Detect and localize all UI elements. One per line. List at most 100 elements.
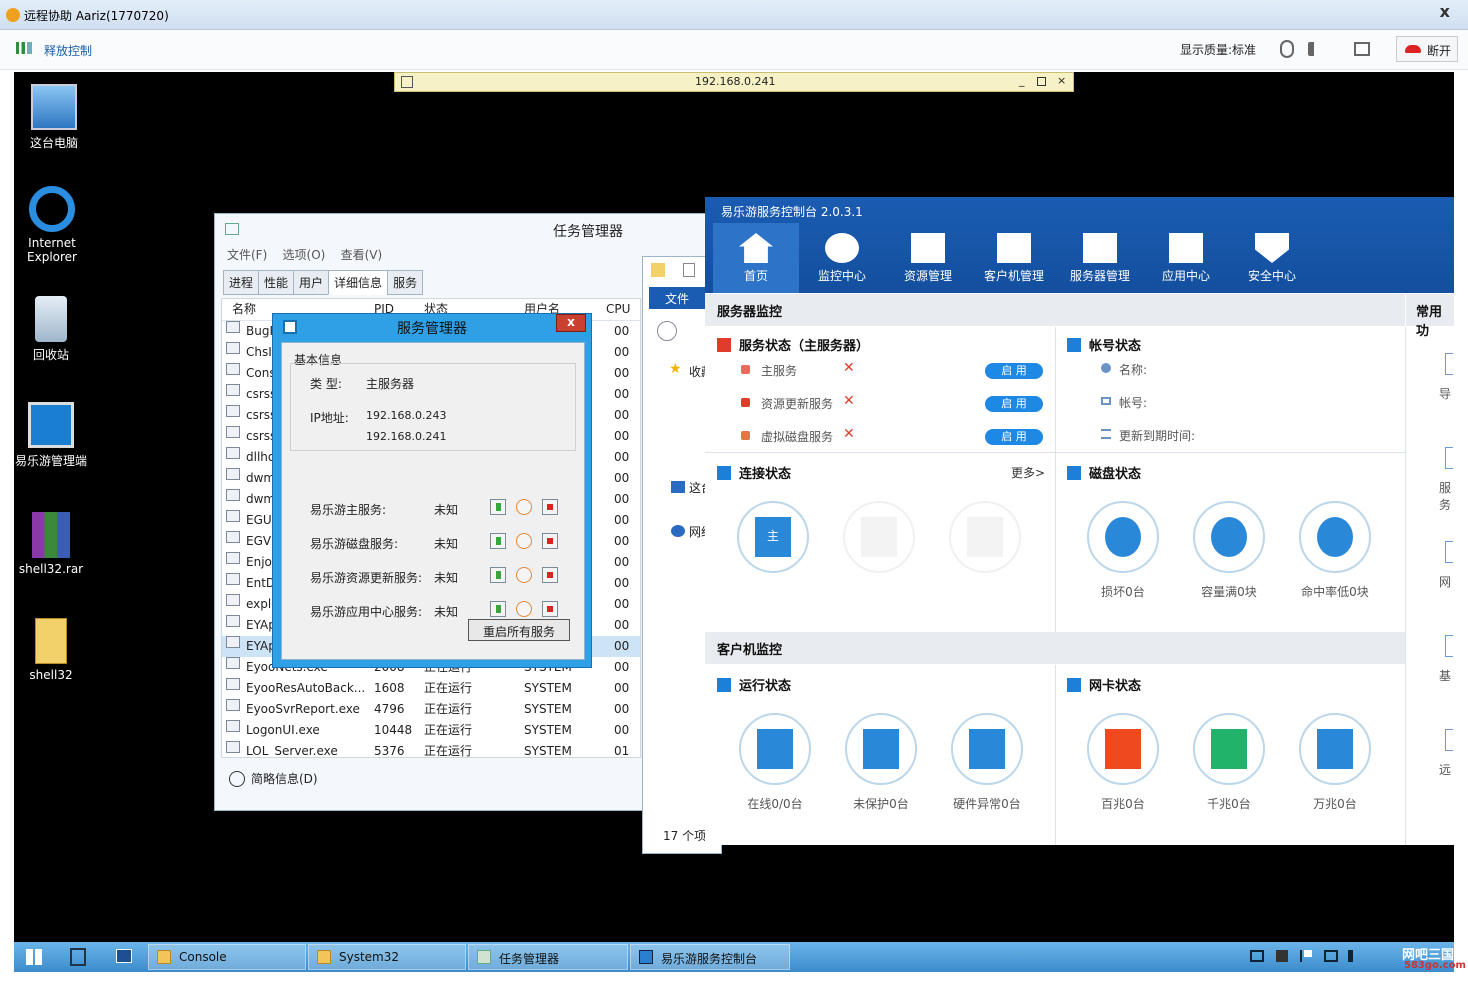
enable-service-button[interactable]: 启 用 [985, 429, 1043, 445]
tab-details[interactable]: 详细信息 [328, 270, 389, 295]
menu-options[interactable]: 选项(O) [283, 248, 326, 262]
mic-icon[interactable] [1280, 40, 1294, 58]
restart-service-icon[interactable] [516, 499, 532, 515]
dialog-close-button[interactable]: x [556, 314, 586, 332]
nav-monitor-center[interactable]: 监控中心 [799, 223, 885, 293]
desktop-icon-recycle-bin[interactable]: 回收站 [11, 296, 91, 363]
menu-view[interactable]: 查看(V) [341, 248, 383, 262]
run-status-2[interactable] [951, 713, 1023, 785]
taskbar-item-task-manager[interactable]: 任务管理器 [468, 944, 628, 970]
stop-service-icon[interactable] [542, 601, 558, 617]
tray-network-icon[interactable] [1250, 950, 1264, 962]
disconnect-button[interactable]: 断开 [1396, 36, 1458, 62]
run-status-0[interactable] [739, 713, 811, 785]
desktop-icon-yly-admin[interactable]: 易乐游管理端 [11, 402, 91, 469]
tab-performance[interactable]: 性能 [258, 270, 295, 295]
side-function-label[interactable]: 基 [1439, 667, 1451, 684]
service-manager-dialog[interactable]: 服务管理器 x 基本信息 类 型: 主服务器 IP地址: 192.168.0.2… [272, 313, 592, 668]
service-status: 未知 [434, 537, 459, 551]
col-cpu[interactable]: CPU [606, 299, 630, 320]
stop-service-icon[interactable] [542, 567, 558, 583]
side-function-icon[interactable] [1445, 635, 1453, 657]
col-name[interactable]: 名称 [232, 299, 256, 320]
nav-app-center[interactable]: 应用中心 [1143, 223, 1229, 293]
tray-stop-icon[interactable] [1276, 950, 1288, 962]
side-function-label[interactable]: 网 [1439, 573, 1451, 590]
side-function-label[interactable]: 服务 [1439, 479, 1454, 513]
tab-services[interactable]: 服务 [387, 270, 424, 295]
table-row[interactable]: EyooSvrReport.exe 4796 正在运行 SYSTEM 00 [222, 699, 640, 720]
tray-volume-icon[interactable] [1348, 950, 1360, 962]
desktop-icon-this-pc[interactable]: 这台电脑 [14, 84, 94, 151]
tray-monitor-icon[interactable] [1324, 950, 1338, 962]
remote-restore-button[interactable] [1037, 77, 1046, 86]
restart-service-icon[interactable] [516, 533, 532, 549]
disk-server-connection[interactable] [843, 501, 915, 573]
restart-service-icon[interactable] [516, 567, 532, 583]
tab-users[interactable]: 用户 [293, 270, 330, 295]
disk-status-2[interactable] [1299, 501, 1371, 573]
server-manager-taskbar-icon[interactable] [70, 948, 86, 966]
powershell-taskbar-icon[interactable] [116, 949, 132, 963]
stop-service-icon[interactable] [542, 533, 558, 549]
tray-flag-icon[interactable] [1300, 950, 1312, 962]
side-function-icon[interactable] [1445, 353, 1453, 375]
side-function-icon[interactable] [1445, 541, 1453, 563]
desktop-icon-shell32[interactable]: shell32 [11, 618, 91, 682]
process-name: EntD [246, 576, 276, 590]
restart-all-services-button[interactable]: 重启所有服务 [468, 619, 570, 641]
speaker-icon[interactable] [1308, 42, 1322, 56]
remote-close-button[interactable]: × [1057, 74, 1066, 87]
side-function-icon[interactable] [1445, 729, 1453, 751]
outer-close-button[interactable]: x [1440, 2, 1450, 21]
disk-status-0[interactable] [1087, 501, 1159, 573]
start-icon[interactable] [26, 949, 42, 965]
start-service-icon[interactable] [490, 533, 506, 549]
taskbar-item-yly-console[interactable]: 易乐游服务控制台 [630, 944, 790, 970]
restart-service-icon[interactable] [516, 601, 532, 617]
taskbar-item-console[interactable]: Console [148, 944, 306, 970]
side-function-icon[interactable] [1445, 447, 1453, 469]
disk-status-1[interactable] [1193, 501, 1265, 573]
nic-status-2[interactable] [1299, 713, 1371, 785]
nav-resource-management[interactable]: 资源管理 [885, 223, 971, 293]
pin-icon[interactable] [401, 76, 413, 88]
desktop-icon-ie[interactable]: Internet Explorer [12, 186, 92, 264]
start-service-icon[interactable] [490, 601, 506, 617]
process-icon [226, 594, 240, 606]
enable-service-button[interactable]: 启 用 [985, 363, 1043, 379]
desktop-icon-shell32-rar[interactable]: shell32.rar [11, 512, 91, 576]
enable-service-button[interactable]: 启 用 [985, 396, 1043, 412]
main-server-connection[interactable]: 主 [737, 501, 809, 573]
stop-service-icon[interactable] [542, 499, 558, 515]
nav-server-management[interactable]: 服务器管理 [1057, 223, 1143, 293]
release-control-button[interactable]: 释放控制 [44, 42, 92, 59]
menu-file[interactable]: 文件(F) [227, 248, 267, 262]
table-row[interactable]: EyooResAutoBack... 1608 正在运行 SYSTEM 00 [222, 678, 640, 699]
run-status-1[interactable] [845, 713, 917, 785]
start-service-icon[interactable] [490, 567, 506, 583]
nic-status-1[interactable] [1193, 713, 1265, 785]
fewer-details-toggle[interactable]: 简略信息(D) [229, 770, 318, 787]
explorer-file-tab[interactable]: 文件 [649, 287, 709, 309]
tab-processes[interactable]: 进程 [223, 270, 260, 295]
nic-status-0[interactable] [1087, 713, 1159, 785]
more-link[interactable]: 更多> [1011, 464, 1045, 481]
side-function-label[interactable]: 远 [1439, 761, 1451, 778]
resource-server-connection[interactable] [949, 501, 1021, 573]
side-function-label[interactable]: 导 [1439, 385, 1451, 402]
nav-client-management[interactable]: 客户机管理 [971, 223, 1057, 293]
fullscreen-icon[interactable] [1354, 42, 1370, 56]
process-cpu: 00 [614, 366, 630, 380]
quality-selector[interactable]: 显示质量:标准 [1180, 41, 1256, 58]
remote-minimize-button[interactable]: _ [1019, 74, 1025, 87]
table-row[interactable]: LOL_Server.exe 5376 正在运行 SYSTEM 01 [222, 741, 640, 757]
nav-security-center[interactable]: 安全中心 [1229, 223, 1315, 293]
table-row[interactable]: LogonUI.exe 10448 正在运行 SYSTEM 00 [222, 720, 640, 741]
back-arrow-icon[interactable] [657, 321, 677, 341]
process-icon [226, 531, 240, 543]
taskbar-item-system32[interactable]: System32 [308, 944, 466, 970]
nav-home[interactable]: 首页 [713, 223, 799, 293]
start-service-icon[interactable] [490, 499, 506, 515]
yly-service-console[interactable]: 易乐游服务控制台 2.0.3.1 首页 监控中心 资源管理 客户机管理 服务器管理 应用中… [705, 197, 1454, 845]
